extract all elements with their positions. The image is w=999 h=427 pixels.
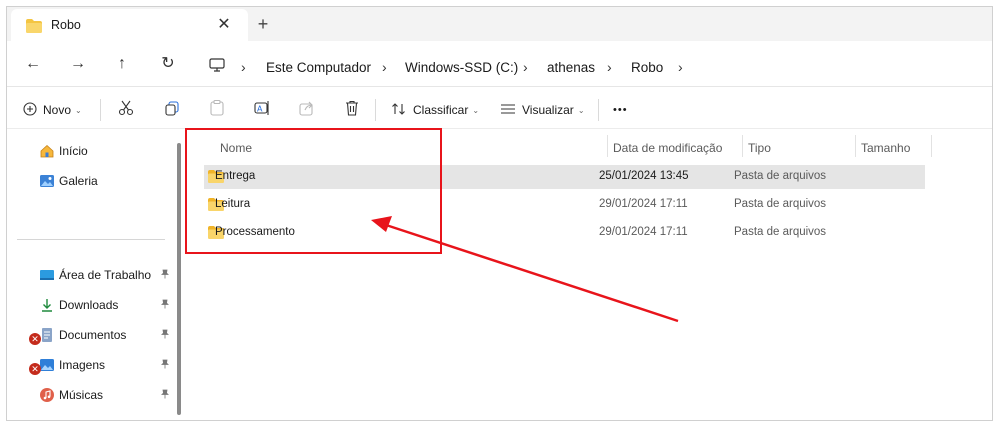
breadcrumb-separator[interactable]: › <box>678 59 683 75</box>
svg-text:A: A <box>257 105 263 114</box>
sort-label: Classificar <box>413 103 469 117</box>
sidebar-item-label: Documentos <box>59 328 127 342</box>
breadcrumb-athenas[interactable]: athenas <box>547 60 595 75</box>
forward-icon[interactable]: → <box>68 54 88 74</box>
column-header-size[interactable]: Tamanho <box>861 141 910 155</box>
sidebar-item-imagens[interactable]: ✕ Imagens <box>29 355 106 375</box>
divider <box>598 99 599 121</box>
pin-icon <box>160 359 170 372</box>
rename-icon[interactable]: A <box>253 99 273 119</box>
tab-title: Robo <box>51 18 81 32</box>
sidebar-item-galeria[interactable]: Galeria <box>39 171 98 191</box>
add-icon <box>23 101 37 119</box>
column-header-type[interactable]: Tipo <box>748 141 771 155</box>
sidebar-item-label: Imagens <box>59 358 106 372</box>
sidebar-item-label: Músicas <box>59 388 104 402</box>
back-icon[interactable]: ← <box>23 54 43 74</box>
tab-robo[interactable]: Robo ✕ <box>11 9 248 41</box>
gallery-icon <box>39 173 55 189</box>
error-icon: ✕ <box>29 333 41 345</box>
breadcrumb-separator: › <box>241 59 246 75</box>
file-type: Pasta de arquivos <box>734 226 827 238</box>
cut-icon[interactable] <box>117 99 137 119</box>
new-tab-icon[interactable]: + <box>253 13 273 35</box>
column-divider[interactable] <box>742 135 743 157</box>
column-divider[interactable] <box>931 135 932 157</box>
file-modified: 29/01/2024 17:11 <box>599 226 688 238</box>
paste-icon[interactable] <box>208 99 228 119</box>
new-button[interactable]: Novo ⌄ <box>23 100 82 120</box>
copy-icon[interactable] <box>163 99 183 119</box>
sidebar-divider <box>17 239 165 240</box>
breadcrumb-separator[interactable]: › <box>523 59 528 75</box>
pictures-icon: ✕ <box>29 357 55 375</box>
navigation-pane: Início Galeria Área de Trabalho Download… <box>7 129 183 420</box>
error-icon: ✕ <box>29 363 41 375</box>
sidebar-item-inicio[interactable]: Início <box>39 141 88 161</box>
computer-icon[interactable] <box>209 57 225 76</box>
sidebar-item-label: Downloads <box>59 298 119 312</box>
desktop-icon <box>39 267 55 283</box>
view-label: Visualizar <box>522 103 574 117</box>
pin-icon <box>160 269 170 282</box>
view-button[interactable]: Visualizar ⌄ <box>500 100 585 120</box>
sort-button[interactable]: Classificar ⌄ <box>391 100 479 120</box>
column-header-modified[interactable]: Data de modificação <box>613 141 722 155</box>
breadcrumb-separator[interactable]: › <box>607 59 612 75</box>
download-icon <box>39 297 55 313</box>
divider <box>100 99 101 121</box>
sidebar-item-label: Início <box>59 144 88 158</box>
sidebar-scrollbar[interactable] <box>177 143 181 415</box>
delete-icon[interactable] <box>343 99 363 119</box>
chevron-down-icon: ⌄ <box>472 105 480 115</box>
sort-icon <box>391 102 407 119</box>
close-tab-icon[interactable]: ✕ <box>214 15 234 35</box>
more-options-button[interactable]: ••• <box>613 100 628 120</box>
tab-strip: Robo ✕ + <box>7 7 992 41</box>
file-explorer-window: Robo ✕ + ← → ↑ ↻ › Este Computador › Win… <box>6 6 993 421</box>
divider <box>375 99 376 121</box>
view-icon <box>500 102 516 119</box>
file-modified: 25/01/2024 13:45 <box>599 170 689 182</box>
pin-icon <box>160 299 170 312</box>
sidebar-item-downloads[interactable]: Downloads <box>39 295 118 315</box>
sidebar-item-musicas[interactable]: Músicas <box>39 385 103 405</box>
home-icon <box>39 143 55 159</box>
chevron-down-icon: ⌄ <box>75 105 82 115</box>
sidebar-item-area-de-trabalho[interactable]: Área de Trabalho <box>39 265 151 285</box>
sidebar-item-label: Galeria <box>59 174 98 188</box>
command-bar: Novo ⌄ A Classificar ⌄ Visualizar ⌄ ••• <box>7 89 992 129</box>
column-divider[interactable] <box>607 135 608 157</box>
chevron-down-icon: ⌄ <box>577 105 585 115</box>
file-modified: 29/01/2024 17:11 <box>599 198 688 210</box>
folder-icon <box>26 19 42 36</box>
new-label: Novo <box>43 103 72 117</box>
share-icon[interactable] <box>298 99 318 119</box>
column-divider[interactable] <box>855 135 856 157</box>
breadcrumb-robo[interactable]: Robo <box>631 60 663 75</box>
annotation-highlight-box <box>185 128 442 254</box>
sidebar-item-documentos[interactable]: ✕ Documentos <box>29 325 127 345</box>
pin-icon <box>160 389 170 402</box>
documents-icon: ✕ <box>29 327 55 345</box>
up-icon[interactable]: ↑ <box>112 54 132 74</box>
pin-icon <box>160 329 170 342</box>
breadcrumb-este-computador[interactable]: Este Computador <box>266 60 371 75</box>
file-type: Pasta de arquivos <box>734 198 827 210</box>
sidebar-item-label: Área de Trabalho <box>59 268 152 282</box>
file-type: Pasta de arquivos <box>734 170 827 182</box>
navigation-bar: ← → ↑ ↻ › Este Computador › Windows-SSD … <box>7 41 992 87</box>
music-icon <box>39 387 55 403</box>
refresh-icon[interactable]: ↻ <box>158 54 178 74</box>
breadcrumb-separator[interactable]: › <box>382 59 387 75</box>
breadcrumb-windows-ssd[interactable]: Windows-SSD (C:) <box>405 60 518 75</box>
